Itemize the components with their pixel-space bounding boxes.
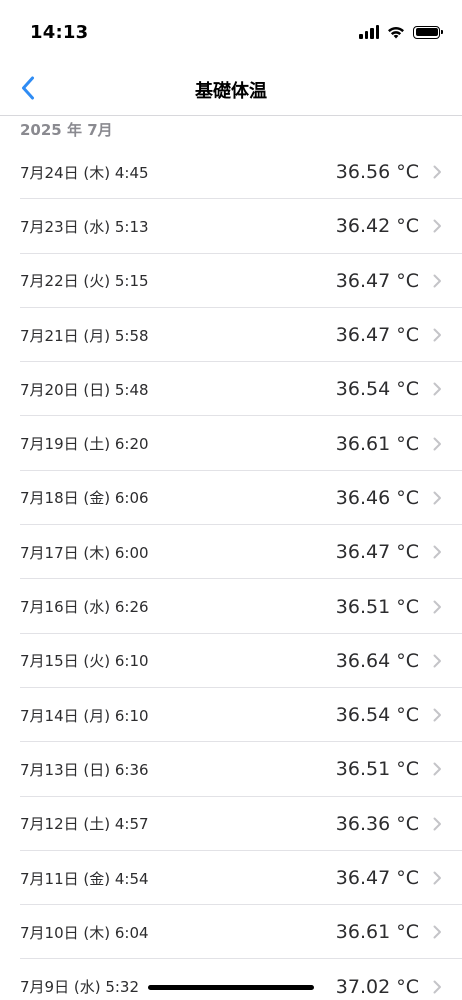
chevron-right-icon	[433, 382, 441, 396]
status-icons	[359, 25, 443, 39]
list-item[interactable]: 7月9日 (水) 5:32 37.02 °C	[0, 959, 462, 1000]
chevron-right-icon	[433, 762, 441, 776]
list-item[interactable]: 7月19日 (土) 6:20 36.61 °C	[0, 416, 462, 472]
measurement-date: 7月21日 (月) 5:58	[20, 326, 149, 345]
measurement-date: 7月22日 (火) 5:15	[20, 272, 149, 291]
chevron-right-icon	[433, 491, 441, 505]
measurement-date: 7月9日 (水) 5:32	[20, 978, 140, 997]
measurement-date: 7月11日 (金) 4:54	[20, 869, 149, 888]
temperature-value: 36.61 °C	[335, 921, 419, 944]
home-indicator[interactable]	[148, 985, 314, 990]
measurement-date: 7月20日 (日) 5:48	[20, 380, 149, 399]
list-item[interactable]: 7月14日 (月) 6:10 36.54 °C	[0, 688, 462, 743]
status-bar: 14:13	[0, 0, 462, 62]
chevron-right-icon	[433, 274, 441, 288]
chevron-right-icon	[433, 165, 441, 179]
temperature-value: 36.46 °C	[335, 486, 419, 509]
measurement-date: 7月19日 (土) 6:20	[20, 435, 149, 454]
status-time: 14:13	[30, 22, 89, 43]
temperature-value: 36.47 °C	[335, 324, 419, 347]
list-item[interactable]: 7月11日 (金) 4:54 36.47 °C	[0, 851, 462, 906]
chevron-right-icon	[433, 925, 441, 939]
chevron-right-icon	[433, 708, 441, 722]
temperature-value: 36.54 °C	[335, 704, 419, 727]
wifi-icon	[388, 26, 404, 39]
chevron-right-icon	[433, 219, 441, 233]
chevron-right-icon	[433, 437, 441, 451]
chevron-right-icon	[433, 871, 441, 885]
temperature-value: 36.54 °C	[335, 378, 419, 401]
measurement-date: 7月23日 (水) 5:13	[20, 217, 149, 236]
list-item[interactable]: 7月16日 (水) 6:26 36.51 °C	[0, 579, 462, 634]
list-item[interactable]: 7月22日 (火) 5:15 36.47 °C	[0, 254, 462, 309]
list-item[interactable]: 7月24日 (木) 4:45 36.56 °C	[0, 145, 462, 200]
cellular-signal-icon	[359, 25, 379, 39]
section-header-month: 2025 年 7月	[20, 121, 113, 139]
measurement-date: 7月14日 (月) 6:10	[20, 706, 149, 725]
measurement-date: 7月24日 (木) 4:45	[20, 163, 149, 182]
temperature-value: 36.61 °C	[335, 432, 419, 455]
navigation-bar: 基礎体温	[0, 62, 462, 116]
list-item[interactable]: 7月15日 (火) 6:10 36.64 °C	[0, 634, 462, 689]
list-item[interactable]: 7月21日 (月) 5:58 36.47 °C	[0, 308, 462, 363]
measurement-date: 7月15日 (火) 6:10	[20, 652, 149, 671]
chevron-right-icon	[433, 817, 441, 831]
chevron-right-icon	[433, 600, 441, 614]
temperature-value: 36.47 °C	[335, 541, 419, 564]
measurement-date: 7月18日 (金) 6:06	[20, 489, 149, 508]
battery-icon	[413, 25, 443, 39]
temperature-value: 36.42 °C	[335, 215, 419, 238]
temperature-value: 36.56 °C	[335, 161, 419, 184]
measurement-date: 7月13日 (日) 6:36	[20, 760, 149, 779]
chevron-right-icon	[433, 654, 441, 668]
temperature-value: 36.47 °C	[335, 867, 419, 889]
measurement-date: 7月16日 (水) 6:26	[20, 598, 149, 617]
page-title: 基礎体温	[195, 81, 267, 102]
list-item[interactable]: 7月12日 (土) 4:57 36.36 °C	[0, 797, 462, 852]
temperature-value: 36.51 °C	[335, 758, 419, 781]
list-item[interactable]: 7月18日 (金) 6:06 36.46 °C	[0, 471, 462, 526]
temperature-value: 37.02 °C	[335, 975, 419, 998]
list-item[interactable]: 7月10日 (木) 6:04 36.61 °C	[0, 905, 462, 960]
chevron-right-icon	[433, 980, 441, 994]
chevron-right-icon	[433, 328, 441, 342]
temperature-value: 36.36 °C	[335, 812, 419, 835]
chevron-right-icon	[433, 545, 441, 559]
measurement-date: 7月12日 (土) 4:57	[20, 815, 149, 834]
list-item[interactable]: 7月20日 (日) 5:48 36.54 °C	[0, 362, 462, 417]
list-item[interactable]: 7月17日 (木) 6:00 36.47 °C	[0, 525, 462, 580]
temperature-value: 36.47 °C	[335, 269, 419, 292]
measurement-date: 7月10日 (木) 6:04	[20, 923, 149, 942]
list-item[interactable]: 7月13日 (日) 6:36 36.51 °C	[0, 742, 462, 797]
temperature-value: 36.51 °C	[335, 595, 419, 618]
temperature-value: 36.64 °C	[335, 649, 419, 672]
list-item[interactable]: 7月23日 (水) 5:13 36.42 °C	[0, 199, 462, 254]
temperature-list: 7月24日 (木) 4:45 36.56 °C 7月23日 (水) 5:13 36.4…	[0, 145, 462, 1000]
measurement-date: 7月17日 (木) 6:00	[20, 543, 149, 562]
